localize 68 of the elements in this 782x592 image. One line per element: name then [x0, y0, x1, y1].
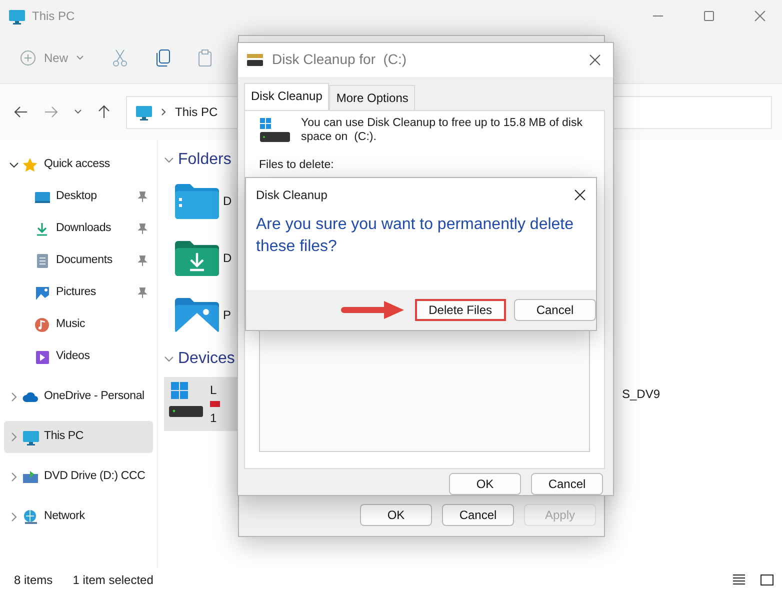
- folder-label[interactable]: D: [223, 248, 232, 266]
- drive-label: L: [210, 382, 218, 399]
- star-icon: [22, 156, 39, 174]
- folder-label[interactable]: D: [223, 192, 232, 210]
- dialog-button[interactable]: OK: [449, 473, 521, 495]
- drive-detail: 1: [210, 410, 218, 427]
- maximize-icon[interactable]: [702, 10, 714, 22]
- dialog-button[interactable]: Cancel: [514, 299, 596, 321]
- chevron-icon: [161, 108, 167, 116]
- computer-icon: [8, 8, 26, 24]
- tab[interactable]: Disk Cleanup: [244, 82, 330, 110]
- description-text: You can use Disk Cleanup to free up to 15.8 MB of disk space on (C:).: [301, 116, 584, 144]
- tab[interactable]: More Options: [329, 84, 416, 110]
- dialog-button[interactable]: Cancel: [442, 504, 514, 526]
- files-label: Files to delete:: [259, 158, 335, 173]
- close-icon[interactable]: [574, 189, 586, 201]
- forward-icon[interactable]: [44, 106, 58, 118]
- caret-icon: [76, 54, 84, 60]
- sidebar-item[interactable]: Downloads: [4, 213, 153, 245]
- item-count: 8 items: [14, 572, 53, 589]
- chevron-right-icon[interactable]: [9, 432, 19, 442]
- dialog-button[interactable]: Delete Files: [414, 299, 506, 321]
- dialog-title: Disk Cleanup: [256, 187, 328, 204]
- sidebar-item[interactable]: Quick access: [4, 149, 153, 181]
- folder-label[interactable]: P: [223, 306, 232, 324]
- music-icon: [34, 316, 51, 334]
- section-header: Devices: [178, 349, 235, 369]
- picture-icon: [34, 284, 51, 302]
- drive-label[interactable]: S_DV9: [622, 385, 660, 403]
- video-icon: [34, 348, 51, 366]
- sidebar-item[interactable]: Pictures: [4, 277, 153, 309]
- up-icon[interactable]: [98, 105, 110, 119]
- sidebar-item[interactable]: DVD Drive (D:) CCC: [4, 461, 153, 493]
- drive-icon: [22, 468, 39, 486]
- chevron-right-icon[interactable]: [9, 392, 19, 402]
- window-title: This PC: [32, 8, 75, 25]
- dialog-button[interactable]: Cancel: [531, 473, 603, 495]
- network-icon: [22, 508, 39, 526]
- chevron-right-icon[interactable]: [9, 512, 19, 522]
- chevron-down-icon[interactable]: [9, 160, 19, 170]
- details-view-icon[interactable]: [732, 574, 746, 586]
- selection-count: 1 item selected: [72, 572, 154, 589]
- copy-icon[interactable]: [156, 48, 170, 66]
- caret-icon[interactable]: [74, 109, 82, 115]
- usage-bar: [210, 401, 220, 407]
- back-icon[interactable]: [14, 106, 28, 118]
- dialog-button[interactable]: OK: [360, 504, 432, 526]
- computer-icon: [22, 428, 39, 446]
- sidebar-item[interactable]: Desktop: [4, 181, 153, 213]
- chevron-right-icon[interactable]: [9, 472, 19, 482]
- tiles-view-icon[interactable]: [760, 574, 774, 586]
- drive-icon: [259, 116, 291, 145]
- dialog-title: Disk Cleanup for (C:): [272, 50, 408, 70]
- plus-icon: [20, 50, 36, 66]
- cut-icon[interactable]: [112, 48, 128, 66]
- sidebar-item[interactable]: This PC: [4, 421, 153, 453]
- sidebar-item[interactable]: Videos: [4, 341, 153, 373]
- sidebar-item[interactable]: Network: [4, 501, 153, 533]
- section-header: Folders: [178, 150, 232, 170]
- document-icon: [34, 252, 51, 270]
- close-icon[interactable]: [589, 54, 601, 66]
- sidebar-item[interactable]: Documents: [4, 245, 153, 277]
- sidebar-item[interactable]: Music: [4, 309, 153, 341]
- sidebar-item[interactable]: OneDrive - Personal: [4, 381, 153, 413]
- paste-icon[interactable]: [198, 48, 212, 66]
- confirm-message: Are you sure you want to permanently delete these files?: [255, 215, 575, 257]
- computer-icon: [135, 104, 153, 120]
- cleanup-icon: [246, 52, 264, 67]
